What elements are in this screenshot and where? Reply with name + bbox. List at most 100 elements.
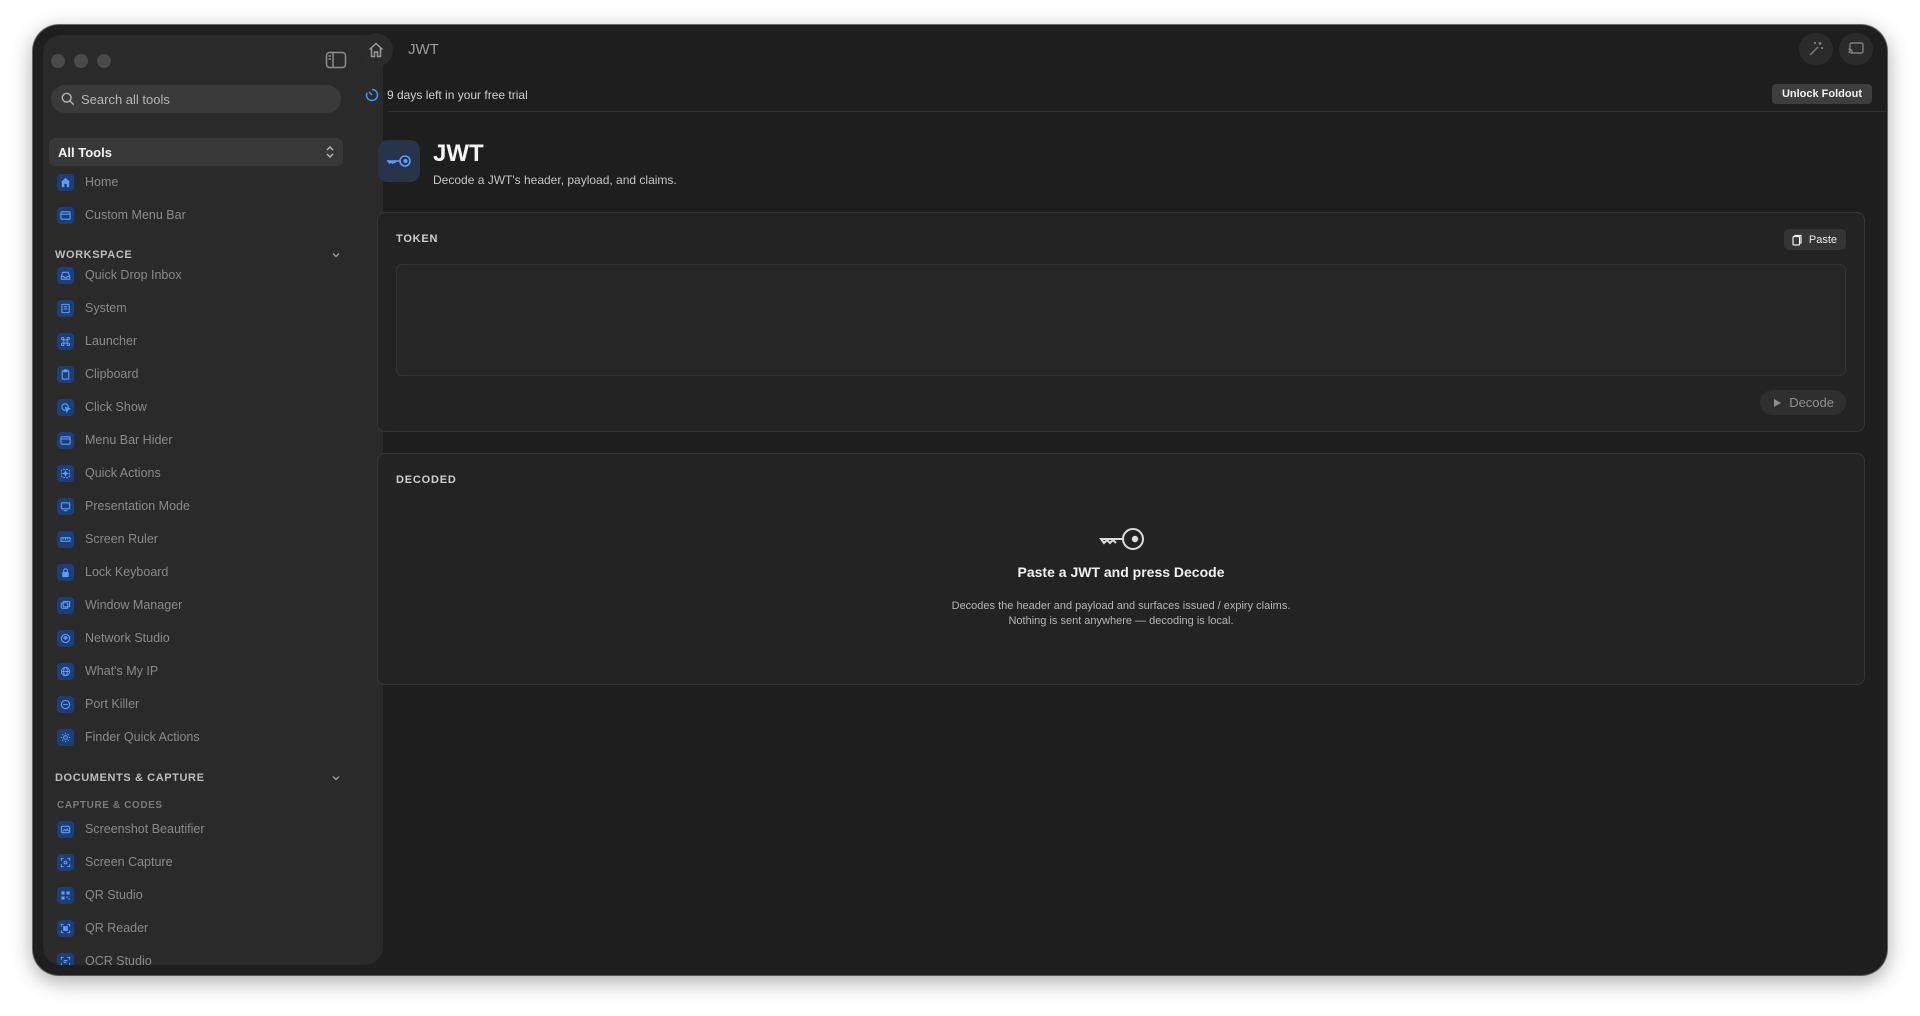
capture-icon [57, 853, 74, 871]
sidebar-item-port-killer[interactable]: Port Killer [57, 691, 341, 717]
sidebar-item-quick-actions[interactable]: Quick Actions [57, 460, 341, 486]
sidebar-item-qr-reader[interactable]: QR Reader [57, 915, 341, 941]
decode-label: Decode [1789, 395, 1834, 410]
sidebar-item-label: Network Studio [85, 631, 170, 645]
sparkle-icon [57, 464, 74, 482]
paste-label: Paste [1808, 233, 1837, 246]
sidebar-item-whats-my-ip[interactable]: What's My IP [57, 658, 341, 684]
sidebar-item-label: QR Reader [85, 921, 149, 935]
key-icon [1099, 528, 1144, 550]
sidebar-toggle-icon[interactable] [325, 51, 347, 69]
text-scan-icon [57, 952, 74, 965]
sidebar-item-finder-quick-actions[interactable]: Finder Quick Actions [57, 724, 341, 750]
sidebar-item-label: Screenshot Beautifier [85, 822, 205, 836]
sidebar-item-launcher[interactable]: Launcher [57, 328, 341, 354]
ruler-icon [57, 530, 74, 548]
command-icon [57, 332, 74, 350]
section-title: WORKSPACE [55, 249, 133, 261]
qr-scan-icon [57, 919, 74, 937]
sidebar-item-label: Menu Bar Hider [85, 433, 173, 447]
qr-code-icon [57, 886, 74, 904]
empty-state-title: Paste a JWT and press Decode [1017, 564, 1225, 580]
sidebar-item-lock-keyboard[interactable]: Lock Keyboard [57, 559, 341, 585]
search-input[interactable]: Search all tools [51, 85, 341, 113]
windows-icon [57, 596, 74, 614]
tool-filter-select[interactable]: All Tools [49, 138, 343, 166]
sidebar-item-label: Home [85, 175, 119, 189]
house-icon [57, 173, 74, 191]
sidebar-item-home[interactable]: Home [57, 169, 341, 195]
close-window-button[interactable] [51, 54, 65, 68]
search-icon [61, 92, 75, 106]
sidebar-item-label: Finder Quick Actions [85, 730, 200, 744]
sidebar-item-qr-studio[interactable]: QR Studio [57, 882, 341, 908]
sidebar-item-label: Custom Menu Bar [85, 208, 186, 222]
token-input[interactable] [396, 264, 1846, 376]
trial-text: 9 days left in your free trial [387, 88, 528, 102]
sidebar-item-screen-capture[interactable]: Screen Capture [57, 849, 341, 875]
sidebar-item-label: Quick Actions [85, 466, 161, 480]
sidebar: Search all tools All Tools Home Custom M… [43, 35, 383, 965]
sidebar-item-label: System [85, 301, 127, 315]
sidebar-item-menu-bar-hider[interactable]: Menu Bar Hider [57, 427, 341, 453]
header-divider [388, 111, 1887, 112]
empty-state: Paste a JWT and press Decode Decodes the… [378, 526, 1864, 629]
sidebar-item-network-studio[interactable]: Network Studio [57, 625, 341, 651]
sidebar-item-presentation-mode[interactable]: Presentation Mode [57, 493, 341, 519]
sidebar-item-ocr-studio[interactable]: OCR Studio [57, 948, 341, 965]
sidebar-item-screen-ruler[interactable]: Screen Ruler [57, 526, 341, 552]
menubar-icon [57, 431, 74, 449]
section-header-workspace[interactable]: WORKSPACE [55, 249, 343, 261]
tray-icon [57, 266, 74, 284]
lock-icon [57, 563, 74, 581]
sidebar-item-label: Click Show [85, 400, 147, 414]
network-icon [57, 629, 74, 647]
screenshot-icon [57, 820, 74, 838]
breadcrumb: JWT [408, 41, 439, 58]
clipboard-icon [57, 365, 74, 383]
unlock-button[interactable]: Unlock Foldout [1771, 84, 1872, 104]
click-icon [57, 398, 74, 416]
port-icon [57, 695, 74, 713]
empty-state-description: Decodes the header and payload and surfa… [951, 600, 1291, 627]
sidebar-item-window-manager[interactable]: Window Manager [57, 592, 341, 618]
zoom-window-button[interactable] [97, 54, 111, 68]
decode-button[interactable]: Decode [1760, 390, 1846, 415]
sidebar-item-clipboard[interactable]: Clipboard [57, 361, 341, 387]
decoded-panel: DECODED Paste a JWT and press Decode Dec… [377, 453, 1865, 685]
tool-filter-label: All Tools [58, 144, 112, 160]
sidebar-item-label: Quick Drop Inbox [85, 268, 182, 282]
chevron-down-icon [332, 253, 340, 258]
section-header-documents-capture[interactable]: DOCUMENTS & CAPTURE [55, 772, 343, 784]
sidebar-item-screenshot-beautifier[interactable]: Screenshot Beautifier [57, 816, 341, 842]
gear-icon [57, 728, 74, 746]
sidebar-item-label: OCR Studio [85, 954, 152, 965]
subsection-header: CAPTURE & CODES [57, 800, 163, 811]
token-label: TOKEN [396, 233, 439, 245]
sidebar-item-label: Presentation Mode [85, 499, 190, 513]
page-title: JWT [433, 140, 484, 167]
minimize-window-button[interactable] [74, 54, 88, 68]
jwt-tool-icon [378, 140, 420, 182]
magic-wand-button[interactable] [1799, 33, 1833, 65]
sidebar-item-custom-menu-bar[interactable]: Custom Menu Bar [57, 202, 341, 228]
sidebar-item-label: What's My IP [85, 664, 159, 678]
presentation-icon [57, 497, 74, 515]
cast-display-icon [1848, 42, 1864, 54]
sidebar-item-quick-drop-inbox[interactable]: Quick Drop Inbox [57, 262, 341, 288]
decoded-label: DECODED [396, 474, 457, 486]
sidebar-item-click-show[interactable]: Click Show [57, 394, 341, 420]
house-icon [368, 42, 384, 58]
sidebar-item-system[interactable]: System [57, 295, 341, 321]
trial-banner: 9 days left in your free trial [365, 88, 528, 102]
paste-button[interactable]: Paste [1783, 229, 1846, 250]
home-button[interactable] [359, 33, 393, 67]
chevron-down-icon [332, 776, 340, 781]
magic-wand-icon [1809, 42, 1823, 56]
window-controls [51, 54, 111, 68]
key-icon [386, 155, 411, 167]
sidebar-item-label: Clipboard [85, 367, 139, 381]
sidebar-item-label: Screen Capture [85, 855, 173, 869]
cast-display-button[interactable] [1839, 33, 1873, 65]
search-placeholder: Search all tools [81, 91, 170, 107]
